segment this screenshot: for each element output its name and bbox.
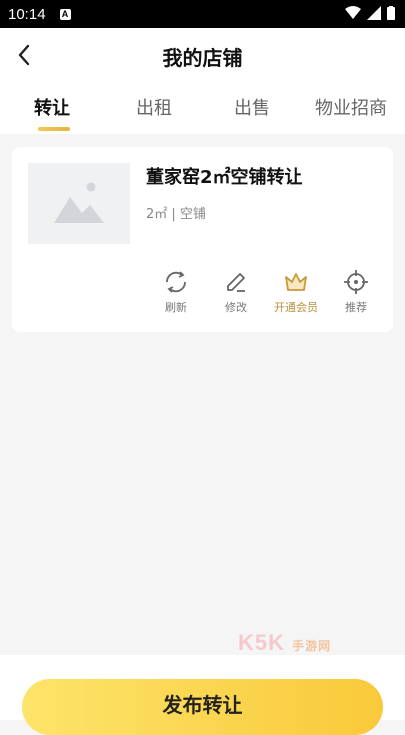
battery-icon <box>387 6 395 20</box>
edit-button[interactable]: 修改 <box>211 269 261 315</box>
listing-card[interactable]: 董家窑2㎡空铺转让 2㎡ | 空铺 刷新 修改 开通会员 推荐 <box>12 147 393 332</box>
refresh-icon <box>166 271 186 293</box>
wifi-icon <box>345 6 361 19</box>
image-placeholder-icon <box>54 182 104 223</box>
target-icon <box>344 270 368 294</box>
edit-icon <box>227 273 245 292</box>
listing-actions: 刷新 修改 开通会员 推荐 <box>148 269 378 317</box>
listing-title: 董家窑2㎡空铺转让 <box>146 167 303 188</box>
tab-property-leasing[interactable]: 物业招商 <box>315 94 387 120</box>
watermark-logo: K5K 手游网 <box>238 630 331 656</box>
edit-label: 修改 <box>225 301 247 314</box>
status-bar: 10:14 A <box>0 0 405 28</box>
recommend-label: 推荐 <box>345 301 367 314</box>
signal-icon <box>367 6 381 20</box>
open-membership-button[interactable]: 开通会员 <box>271 269 321 315</box>
refresh-label: 刷新 <box>165 301 187 314</box>
membership-label: 开通会员 <box>274 301 318 314</box>
crown-icon <box>285 273 307 291</box>
tab-bar: 转让 出租 出售 物业招商 <box>0 82 405 134</box>
bottom-bar: 发布转让 <box>0 655 405 735</box>
tab-sale[interactable]: 出售 <box>234 94 270 120</box>
tab-transfer[interactable]: 转让 <box>34 94 70 120</box>
tab-rent[interactable]: 出租 <box>136 94 172 120</box>
status-time: 10:14 <box>8 5 46 23</box>
tab-active-indicator <box>38 127 70 131</box>
refresh-button[interactable]: 刷新 <box>151 269 201 315</box>
recommend-button[interactable]: 推荐 <box>331 269 381 315</box>
status-icons <box>345 6 395 20</box>
publish-transfer-button[interactable]: 发布转让 <box>22 679 383 735</box>
watermark-sub: 手游网 <box>292 639 332 653</box>
listing-meta: 2㎡ | 空铺 <box>146 207 206 222</box>
watermark-brand: K5K <box>238 630 286 655</box>
listing-thumbnail <box>28 163 130 244</box>
notification-icon: A <box>59 8 71 20</box>
page-title: 我的店铺 <box>162 46 243 70</box>
header: 我的店铺 <box>0 28 405 82</box>
